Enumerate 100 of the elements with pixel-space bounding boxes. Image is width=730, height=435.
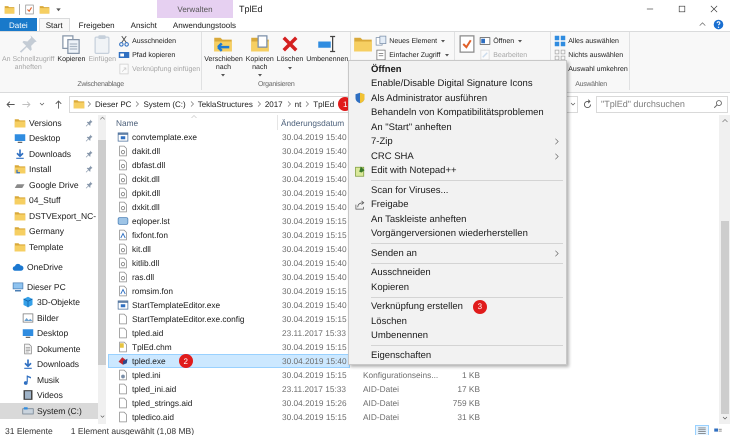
sort-caret-icon <box>190 113 198 121</box>
menu-item[interactable]: An Taskleiste anheften <box>349 212 566 226</box>
file-row[interactable]: tpled_ini.aid 23.11.2017 15:33 AID-Datei 17 KB <box>108 382 483 396</box>
breadcrumb[interactable]: nt <box>292 100 304 108</box>
file-row[interactable]: fixfont.fon 30.04.2019 15:15 <box>108 228 350 242</box>
nav-item[interactable]: Desktop <box>0 130 98 146</box>
file-row[interactable]: eqloper.lst 30.04.2019 15:15 <box>108 214 350 228</box>
ribbon-tab[interactable]: Freigeben <box>72 18 122 31</box>
nav-item[interactable]: 3D-Objekte <box>0 294 98 310</box>
date-cell-text: 30.04.2019 15:15 <box>281 286 347 296</box>
ribbon-tab[interactable]: Datei <box>0 18 37 31</box>
file-row[interactable]: tpledico.aid 30.04.2019 15:15 AID-Datei 31 KB <box>108 410 483 424</box>
nav-item[interactable]: Bilder <box>0 310 98 326</box>
nav-item[interactable]: Google Drive <box>0 177 98 192</box>
date-cell-text: 30.04.2019 15:15 <box>281 370 348 380</box>
ribbon-tab[interactable]: Anwendungstools <box>166 18 244 31</box>
nav-item[interactable]: Desktop <box>0 326 98 341</box>
shortcut-icon <box>118 63 130 75</box>
file-row[interactable]: tpled_strings.aid 30.04.2019 15:26 AID-Datei 759 KB <box>108 396 483 410</box>
music-icon <box>22 374 34 386</box>
breadcrumb[interactable]: TeklaStructures <box>196 100 255 108</box>
menu-item[interactable]: Eigenschaften <box>349 348 566 362</box>
nav-item[interactable]: DSTVExport_NC- <box>0 208 98 224</box>
column-header[interactable]: Name <box>116 118 138 128</box>
type-cell-text: AID-Datei <box>362 412 400 422</box>
file-icon <box>117 411 129 423</box>
menu-item[interactable]: An "Start" anheften <box>349 120 566 134</box>
cloud-icon <box>12 261 24 274</box>
menu-item[interactable]: Senden an <box>349 246 566 260</box>
close-icon <box>709 4 719 14</box>
file-row[interactable]: dckit.dll 30.04.2019 15:40 <box>108 172 350 186</box>
menu-item[interactable]: Umbenennen <box>349 328 566 343</box>
video-icon <box>22 389 34 402</box>
date-cell-text: 30.04.2019 15:40 <box>281 272 347 282</box>
menu-item[interactable]: Freigabe <box>349 198 566 212</box>
selection-info: 1 Element ausgewählt (1,08 MB) <box>70 426 194 435</box>
file-row[interactable]: ras.dll 30.04.2019 15:40 <box>108 270 350 284</box>
date-cell-text: 30.04.2019 15:40 <box>281 258 347 268</box>
nav-item[interactable]: Videos <box>0 388 98 403</box>
menu-item[interactable]: Ausschneiden <box>349 266 566 280</box>
menu-item[interactable]: Vorgängerversionen wiederherstellen <box>349 226 566 241</box>
breadcrumb[interactable]: 2017 <box>262 100 285 108</box>
breadcrumb[interactable]: Dieser PC <box>93 100 134 108</box>
nav-item[interactable]: Downloads <box>0 146 98 162</box>
file-name: dbfast.dll <box>132 160 166 170</box>
library-file-icon <box>117 145 129 157</box>
nav-item[interactable]: 04_Stuff <box>0 192 98 208</box>
file-row[interactable]: tpled.exe 2 30.04.2019 15:40 <box>108 354 350 368</box>
nav-item[interactable]: Install <box>0 162 98 177</box>
menu-item[interactable]: 7-Zip <box>349 134 566 149</box>
search-field[interactable]: "TplEd" durchsuchen <box>596 96 728 112</box>
nav-item[interactable]: Germany <box>0 224 98 239</box>
nav-item[interactable]: System (C:) <box>0 403 98 418</box>
file-row[interactable]: dbfast.dll 30.04.2019 15:40 <box>108 158 350 172</box>
menu-item[interactable]: Edit with Notepad++ <box>349 164 566 178</box>
desktop-icon <box>22 327 34 340</box>
file-row[interactable]: convtemplate.exe 30.04.2019 15:40 <box>108 130 350 144</box>
column-header[interactable]: Änderungsdatum <box>278 118 344 128</box>
file-row[interactable]: dxkit.dll 30.04.2019 15:40 <box>108 200 350 214</box>
file-row[interactable]: romsim.fon 30.04.2019 15:15 <box>108 284 350 298</box>
size-cell-text: 31 KB <box>456 412 480 422</box>
nav-item[interactable]: Versions <box>0 115 98 130</box>
size-cell-text: 1 KB <box>461 370 480 380</box>
dropdown-icon <box>720 414 728 422</box>
breadcrumb[interactable]: System (C:) <box>141 100 188 108</box>
details-view-button[interactable] <box>695 424 709 435</box>
menu-item[interactable]: Kopieren <box>349 280 566 294</box>
file-row[interactable]: dakit.dll 30.04.2019 15:40 <box>108 144 350 158</box>
file-row[interactable]: tpled.ini 30.04.2019 15:15 Konfigurationseins... 1 KB <box>108 368 483 382</box>
nav-item[interactable]: Dieser PC <box>0 279 98 294</box>
nav-item[interactable]: Downloads <box>0 356 98 372</box>
breadcrumb[interactable]: TplEd <box>311 100 336 108</box>
nav-item[interactable]: Musik <box>0 372 98 388</box>
menu-item[interactable]: Verknüpfung erstellen 3 <box>349 300 566 314</box>
file-row[interactable]: kitlib.dll 30.04.2019 15:40 <box>108 256 350 270</box>
scrollbar[interactable] <box>98 115 106 424</box>
ribbon-tab[interactable]: Ansicht <box>124 18 164 31</box>
file-row[interactable]: StartTemplateEditor.exe.config 30.04.2019 15:15 <box>108 312 350 326</box>
file-row[interactable]: dpkit.dll 30.04.2019 15:40 <box>108 186 350 200</box>
file-row[interactable]: StartTemplateEditor.exe 30.04.2019 15:40 <box>108 298 350 312</box>
file-row[interactable]: tpled.aid 23.11.2017 15:33 <box>108 326 349 340</box>
menu-item[interactable]: Scan for Viruses... <box>349 183 566 198</box>
nav-item[interactable]: Dokumente <box>0 341 98 356</box>
delete-icon <box>280 34 300 54</box>
menu-item[interactable]: Löschen <box>349 314 566 328</box>
menu-item[interactable]: Öffnen <box>349 62 566 76</box>
file-row[interactable]: kit.dll 30.04.2019 15:40 <box>108 242 350 256</box>
ribbon-tab[interactable]: Start <box>38 18 70 31</box>
file-row[interactable]: TplEd.chm 30.04.2019 15:15 <box>108 340 350 354</box>
nav-item[interactable]: OneDrive <box>0 260 98 275</box>
file-name: romsim.fon <box>132 286 174 296</box>
details-view-icon <box>697 426 707 435</box>
menu-item[interactable]: Enable/Disable Digital Signature Icons <box>349 76 566 91</box>
file-name: tpled_strings.aid <box>132 398 192 408</box>
checklist-icon <box>24 4 35 14</box>
date-cell-text: 30.04.2019 15:26 <box>281 398 348 408</box>
nav-item[interactable]: Template <box>0 239 98 254</box>
scrollbar[interactable] <box>719 115 730 424</box>
rename-icon <box>317 34 338 54</box>
menu-item[interactable]: CRC SHA <box>349 149 566 164</box>
